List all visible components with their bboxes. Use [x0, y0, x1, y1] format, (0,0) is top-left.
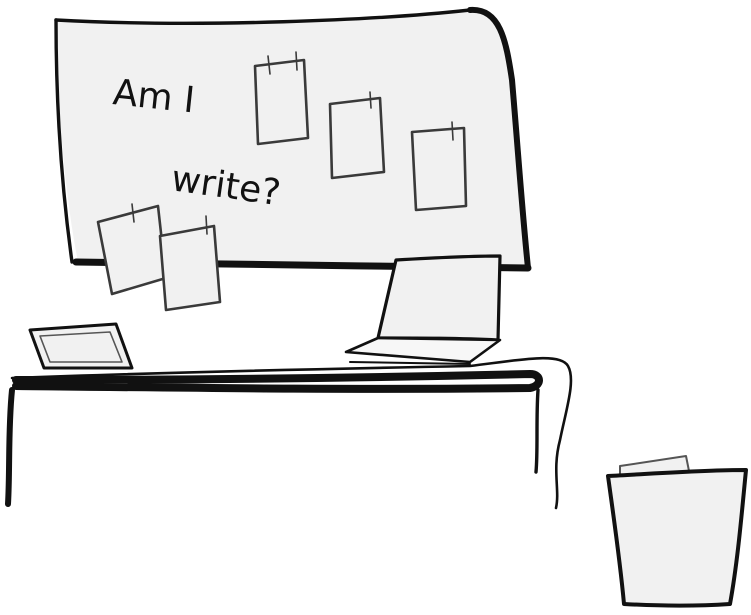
desk-right-leg — [534, 388, 540, 474]
office-desk-sketch: Am I write? — [5, 6, 748, 608]
laptop-screen — [376, 254, 502, 342]
desk — [5, 356, 573, 510]
desk-left-leg — [5, 387, 15, 507]
basket-body — [606, 468, 748, 608]
sticky-note — [328, 91, 386, 180]
tablet — [28, 322, 134, 370]
sticky-note — [253, 51, 310, 146]
sticky-note — [410, 121, 468, 212]
laptop-base — [344, 336, 502, 364]
whiteboard-text-line1: Am I — [111, 72, 197, 121]
waste-basket — [606, 455, 748, 608]
laptop — [344, 254, 502, 365]
desk-front-edge — [12, 370, 543, 393]
